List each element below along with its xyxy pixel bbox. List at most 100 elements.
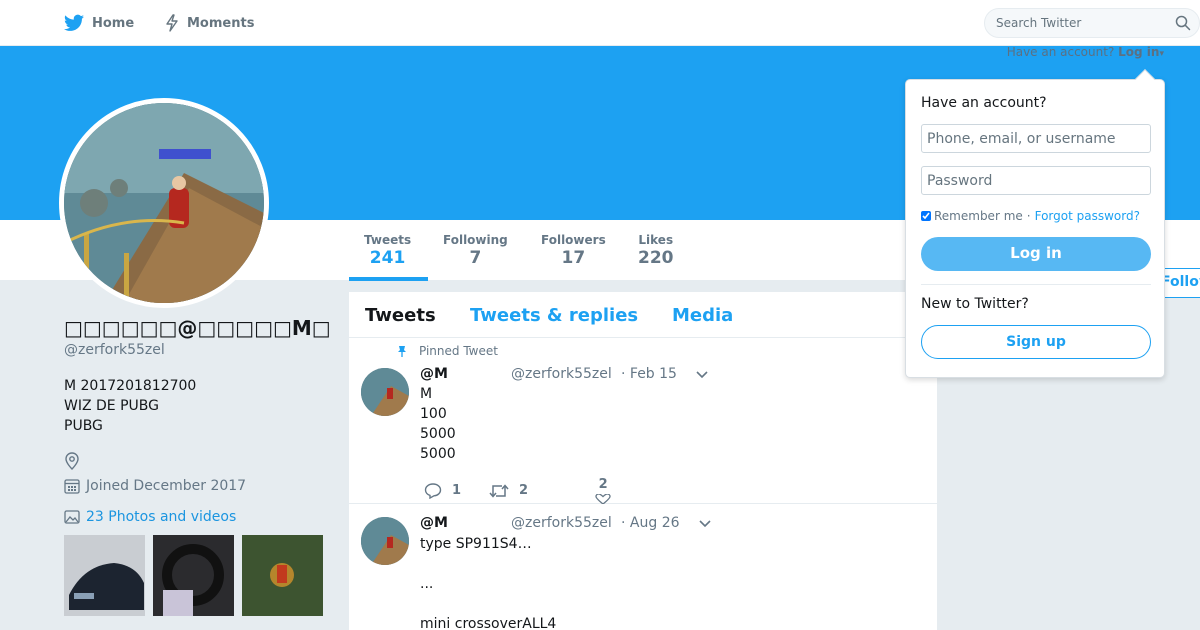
lightning-icon [166, 14, 178, 32]
tweet-text-line: type SP911S4… [420, 536, 532, 552]
like-count: 2 [598, 477, 608, 492]
stat-following-value: 7 [469, 248, 482, 268]
steering-photo [153, 535, 234, 616]
tweet-text-line [420, 594, 556, 614]
chevron-down-icon[interactable] [695, 368, 709, 382]
photo-icon [64, 510, 80, 524]
bio-line: PUBG [64, 418, 103, 434]
reply-count: 1 [452, 483, 462, 498]
tweet-avatar[interactable] [361, 517, 409, 565]
remember-row: Remember me · Forgot password? [921, 209, 1140, 223]
profile-sidebar: □□□□□□@□□□□□M□ @zerfork55zel M 201720181… [64, 316, 334, 616]
retweet-icon [489, 483, 509, 498]
caret-down-icon: ▾ [1159, 49, 1164, 59]
stat-followers-value: 17 [561, 248, 586, 268]
photo-thumbnail[interactable] [64, 535, 145, 616]
pinned-label: Pinned Tweet [419, 344, 498, 358]
timeline-tabs: Tweets Tweets & replies Media [349, 292, 937, 338]
stat-tweets[interactable]: Tweets 241 [364, 233, 411, 268]
profile-location [64, 452, 334, 470]
login-link[interactable]: Log in [1118, 45, 1159, 59]
photo-thumbnails [64, 535, 334, 616]
photo-thumbnail[interactable] [242, 535, 323, 616]
new-to-twitter-label: New to Twitter? [921, 296, 1029, 312]
tweet-avatar[interactable] [361, 368, 409, 416]
tab-media[interactable]: Media [672, 305, 733, 326]
stat-followers-label: Followers [541, 233, 606, 247]
remember-me-checkbox[interactable] [921, 211, 931, 221]
like-button[interactable]: 2 [594, 477, 612, 504]
tab-tweets-replies[interactable]: Tweets & replies [470, 305, 638, 326]
nav-moments[interactable]: Moments [165, 14, 254, 32]
reply-button[interactable]: 1 [424, 482, 462, 499]
tweet-text-line [420, 554, 556, 574]
tweet-item[interactable]: @M @zerfork55zel · Aug 26 type SP911S4… … [349, 504, 937, 630]
stat-followers[interactable]: Followers 17 [541, 233, 606, 268]
profile-screen-name[interactable]: @zerfork55zel [64, 342, 334, 358]
tweet-text: M 100 5000 5000 [420, 384, 456, 464]
stat-following-label: Following [443, 233, 508, 247]
bio-line: WIZ DE PUBG [64, 398, 159, 414]
have-account-prompt: Have an account? Log in▾ [1007, 45, 1164, 59]
avatar-image [361, 517, 409, 565]
stat-tweets-value: 241 [369, 248, 406, 268]
stat-tweets-label: Tweets [364, 233, 412, 247]
profile-avatar[interactable] [59, 98, 269, 308]
have-account-text: Have an account? [1006, 45, 1115, 59]
game-photo [242, 535, 323, 616]
tweet-text-line: 100 [420, 406, 447, 422]
tweet-author-handle[interactable]: @zerfork55zel [511, 366, 612, 382]
stat-likes[interactable]: Likes 220 [638, 233, 674, 268]
photos-videos-link[interactable]: 23 Photos and videos [64, 509, 334, 525]
timeline: Tweets Tweets & replies Media Pinned Twe… [349, 292, 937, 630]
nav-moments-label: Moments [187, 15, 255, 31]
avatar-image [64, 103, 264, 303]
twitter-bird-icon [64, 14, 84, 31]
tweet-text-line: 5000 [420, 426, 456, 442]
photo-thumbnail[interactable] [153, 535, 234, 616]
profile-display-name: □□□□□□@□□□□□M□ [64, 316, 331, 340]
tweet-text-line: ... [420, 576, 434, 592]
tweet-text-line: 5000 [420, 446, 456, 462]
profile-joined: Joined December 2017 [64, 478, 334, 494]
login-dropdown-title: Have an account? [921, 95, 1047, 111]
pinned-tweet-context: Pinned Tweet [397, 344, 498, 358]
location-icon [65, 452, 79, 470]
tweet-author-handle[interactable]: @zerfork55zel [511, 515, 612, 531]
nav-home[interactable]: Home [64, 14, 134, 32]
login-dropdown: Have an account? Remember me · Forgot pa… [905, 69, 1165, 378]
profile-bio: M 2017201812700 WIZ DE PUBG PUBG [64, 376, 334, 436]
search-input[interactable] [985, 9, 1155, 37]
forgot-password-link[interactable]: Forgot password? [1035, 209, 1140, 223]
tweet-author-name[interactable]: @M [420, 366, 448, 382]
username-field[interactable] [921, 124, 1151, 153]
search-icon[interactable] [1175, 15, 1191, 31]
photos-videos-label: 23 Photos and videos [86, 509, 237, 525]
pin-icon [398, 346, 406, 357]
retweet-button[interactable]: 2 [489, 483, 528, 499]
separator-dot: · [1026, 209, 1031, 223]
tweet-timestamp[interactable]: · Aug 26 [621, 515, 680, 531]
tweet-actions: 1 2 2 [424, 477, 640, 504]
tweet-text: type SP911S4… ... mini crossoverALL4 [420, 534, 556, 630]
chevron-down-icon[interactable] [698, 517, 712, 531]
active-stat-indicator [349, 277, 428, 281]
tweet-item[interactable]: Pinned Tweet @M @zerfork55zel · Feb 15 M… [349, 338, 937, 504]
stat-likes-label: Likes [638, 233, 674, 247]
signup-button[interactable]: Sign up [921, 325, 1151, 359]
joined-text: Joined December 2017 [86, 478, 247, 494]
retweet-count: 2 [519, 483, 529, 498]
password-field[interactable] [921, 166, 1151, 195]
tweet-text-line: mini crossoverALL4 [420, 616, 557, 630]
remember-me-label: Remember me [934, 209, 1023, 223]
bio-line: M 2017201812700 [64, 378, 197, 394]
stat-likes-value: 220 [638, 248, 674, 268]
tweet-author-name[interactable]: @M [420, 515, 448, 531]
tweet-timestamp[interactable]: · Feb 15 [621, 366, 677, 382]
search-box [984, 8, 1200, 38]
login-button[interactable]: Log in [921, 237, 1151, 271]
tab-tweets[interactable]: Tweets [365, 305, 436, 326]
avatar-image [361, 368, 409, 416]
stat-following[interactable]: Following 7 [443, 233, 508, 268]
reply-icon [424, 482, 442, 499]
